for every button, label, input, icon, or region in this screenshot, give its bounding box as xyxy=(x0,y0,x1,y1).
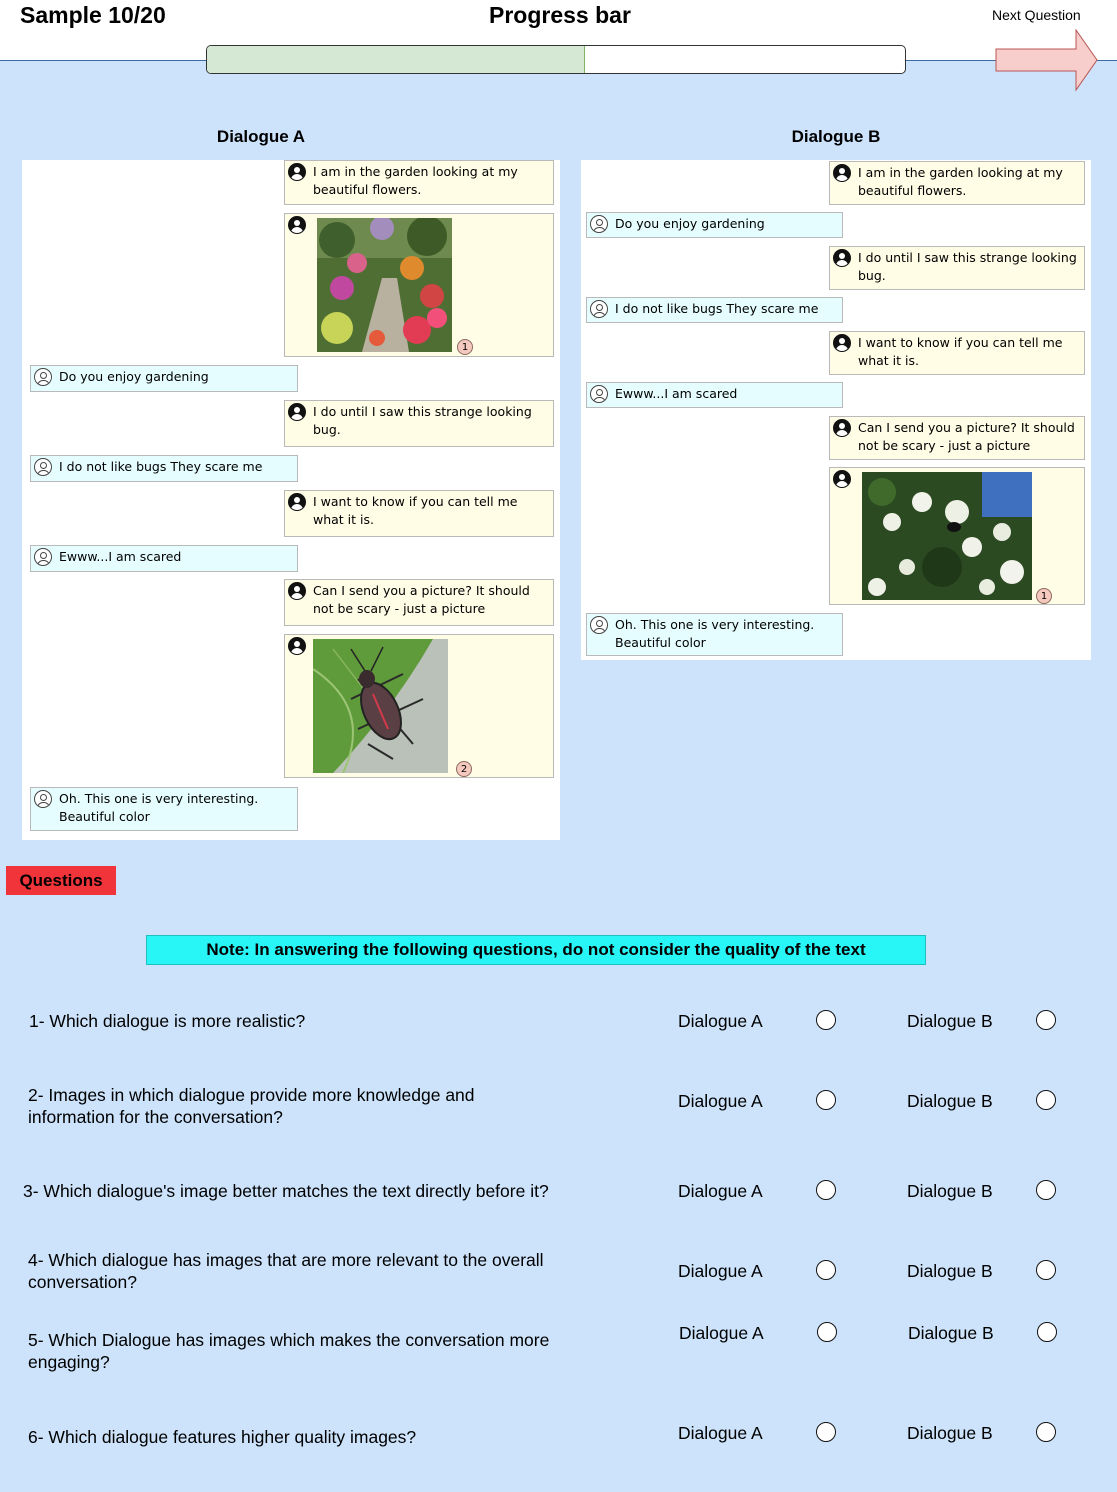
message-user: I am in the garden looking at my beautif… xyxy=(829,161,1085,205)
radio-q2-dialogue-a[interactable] xyxy=(816,1090,836,1110)
progress-title: Progress bar xyxy=(489,2,631,28)
bot-avatar-icon xyxy=(590,616,608,634)
user-avatar-icon xyxy=(833,470,851,488)
questions-note: Note: In answering the following questio… xyxy=(146,935,926,965)
message-bot: I do not like bugs They scare me xyxy=(586,297,843,323)
message-bot: Do you enjoy gardening xyxy=(30,365,298,392)
questions-label: Questions xyxy=(6,866,116,895)
user-avatar-icon xyxy=(288,163,306,181)
message-user: I want to know if you can tell me what i… xyxy=(284,490,554,537)
bot-avatar-icon xyxy=(590,300,608,318)
message-bot: Oh. This one is very interesting. Beauti… xyxy=(30,787,298,831)
radio-q6-dialogue-b[interactable] xyxy=(1036,1422,1056,1442)
image-number-badge: 1 xyxy=(457,339,473,355)
radio-q5-dialogue-b[interactable] xyxy=(1037,1322,1057,1342)
option-a-label: Dialogue A xyxy=(678,1011,763,1031)
message-user: Can I send you a picture? It should not … xyxy=(284,579,554,626)
user-avatar-icon xyxy=(288,493,306,511)
question-3: 3- Which dialogue's image better matches… xyxy=(23,1181,549,1201)
user-avatar-icon xyxy=(833,249,851,267)
message-bot: Do you enjoy gardening xyxy=(586,212,843,238)
radio-q4-dialogue-a[interactable] xyxy=(816,1260,836,1280)
option-a-label: Dialogue A xyxy=(678,1181,763,1201)
message-bot: Oh. This one is very interesting. Beauti… xyxy=(586,613,843,656)
question-1: 1- Which dialogue is more realistic? xyxy=(29,1011,306,1031)
message-user: I do until I saw this strange looking bu… xyxy=(284,400,554,447)
message-bot: I do not like bugs They scare me xyxy=(30,455,298,482)
radio-q6-dialogue-a[interactable] xyxy=(816,1422,836,1442)
radio-q1-dialogue-a[interactable] xyxy=(816,1010,836,1030)
option-b-label: Dialogue B xyxy=(908,1323,994,1343)
progress-bar xyxy=(206,45,906,74)
white-blossoms-image[interactable] xyxy=(862,472,1032,600)
message-user-image: 1 xyxy=(284,213,554,357)
radio-q3-dialogue-b[interactable] xyxy=(1036,1180,1056,1200)
user-avatar-icon xyxy=(288,403,306,421)
question-5: 5- Which Dialogue has images which makes… xyxy=(28,1330,550,1372)
bot-avatar-icon xyxy=(34,458,52,476)
message-user-image: 2 xyxy=(284,634,554,778)
user-avatar-icon xyxy=(833,334,851,352)
next-question-label: Next Question xyxy=(992,7,1081,23)
question-6: 6- Which dialogue features higher qualit… xyxy=(28,1427,417,1447)
option-b-label: Dialogue B xyxy=(907,1011,993,1031)
bot-avatar-icon xyxy=(34,790,52,808)
radio-q5-dialogue-a[interactable] xyxy=(817,1322,837,1342)
user-avatar-icon xyxy=(288,637,306,655)
progress-bar-fill xyxy=(207,46,585,73)
option-b-label: Dialogue B xyxy=(907,1261,993,1281)
option-a-label: Dialogue A xyxy=(678,1261,763,1281)
message-bot: Ewww...I am scared xyxy=(586,382,843,408)
question-4: 4- Which dialogue has images that are mo… xyxy=(28,1250,544,1292)
garden-flowers-image[interactable] xyxy=(317,218,452,352)
message-bot: Ewww...I am scared xyxy=(30,545,298,572)
option-b-label: Dialogue B xyxy=(907,1181,993,1201)
question-2: 2- Images in which dialogue provide more… xyxy=(28,1085,475,1127)
radio-q4-dialogue-b[interactable] xyxy=(1036,1260,1056,1280)
message-user-image: 1 xyxy=(829,467,1085,605)
image-number-badge: 1 xyxy=(1036,588,1052,604)
user-avatar-icon xyxy=(288,216,306,234)
dialogue-a-title: Dialogue A xyxy=(216,127,306,146)
bot-avatar-icon xyxy=(34,368,52,386)
user-avatar-icon xyxy=(833,164,851,182)
option-a-label: Dialogue A xyxy=(679,1323,764,1343)
dialogue-b-panel[interactable]: I am in the garden looking at my beautif… xyxy=(581,160,1091,660)
message-user: I want to know if you can tell me what i… xyxy=(829,331,1085,375)
bot-avatar-icon xyxy=(34,548,52,566)
message-user: I do until I saw this strange looking bu… xyxy=(829,246,1085,290)
radio-q3-dialogue-a[interactable] xyxy=(816,1180,836,1200)
image-number-badge: 2 xyxy=(456,761,472,777)
dialogue-a-panel[interactable]: I am in the garden looking at my beautif… xyxy=(22,160,560,840)
message-user: Can I send you a picture? It should not … xyxy=(829,416,1085,460)
option-a-label: Dialogue A xyxy=(678,1423,763,1443)
next-question-arrow-icon[interactable] xyxy=(995,29,1099,93)
message-user: I am in the garden looking at my beautif… xyxy=(284,160,554,205)
radio-q2-dialogue-b[interactable] xyxy=(1036,1090,1056,1110)
dialogue-b-title: Dialogue B xyxy=(791,127,881,146)
option-a-label: Dialogue A xyxy=(678,1091,763,1111)
user-avatar-icon xyxy=(288,582,306,600)
option-b-label: Dialogue B xyxy=(907,1423,993,1443)
beetle-on-leaf-image[interactable] xyxy=(313,639,448,773)
sample-counter: Sample 10/20 xyxy=(20,2,166,28)
user-avatar-icon xyxy=(833,419,851,437)
option-b-label: Dialogue B xyxy=(907,1091,993,1111)
bot-avatar-icon xyxy=(590,215,608,233)
bot-avatar-icon xyxy=(590,385,608,403)
radio-q1-dialogue-b[interactable] xyxy=(1036,1010,1056,1030)
